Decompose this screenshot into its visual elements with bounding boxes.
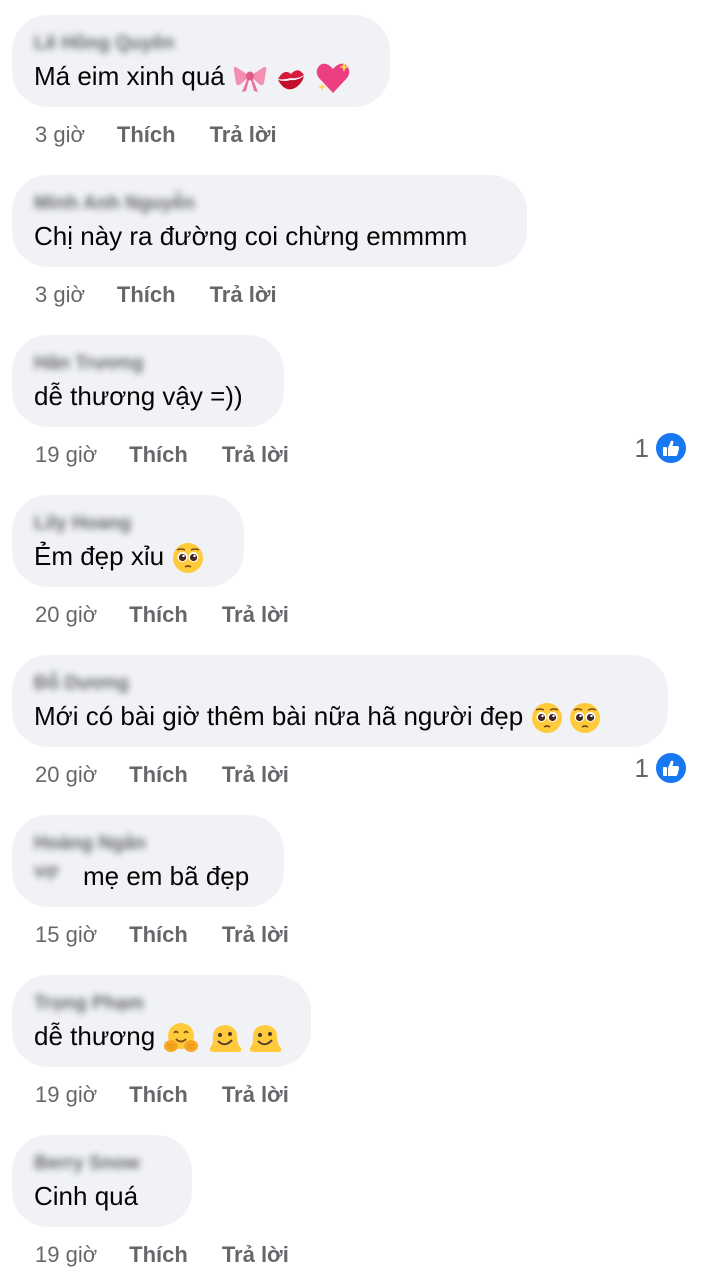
hugging-face-icon (164, 1023, 199, 1053)
pleading-face-icon (570, 703, 601, 734)
melting-face-icon (250, 1025, 282, 1053)
sparkling-heart-icon (316, 62, 350, 94)
reply-button[interactable]: Trả lời (210, 119, 277, 151)
author-name[interactable]: Minh Anh Nguyễn (34, 193, 195, 215)
comment-bubble: Berry Snow Cinh quá (12, 1135, 192, 1227)
reaction-summary[interactable]: 1 (634, 751, 688, 785)
author-name[interactable]: Hân Trương (34, 353, 144, 375)
comment-actions: 3 giờ Thích Trả lời (35, 279, 277, 311)
reaction-summary[interactable]: 1 (634, 431, 688, 465)
comment-bubble: Lê Hồng Quyên Má eim xinh quá (12, 15, 390, 107)
comment-text: Má eim xinh quá (34, 60, 351, 95)
author-name[interactable]: Lê Hồng Quyên (34, 33, 174, 55)
comment-actions: 20 giờ Thích Trả lời (35, 599, 289, 631)
like-button[interactable]: Thích (129, 759, 188, 791)
comment-text: Ẻm đẹp xỉu (34, 540, 204, 574)
comment-actions: 19 giờ Thích Trả lời (35, 1239, 289, 1271)
pleading-face-icon (173, 543, 204, 574)
reply-button[interactable]: Trả lời (222, 1239, 289, 1271)
reply-button[interactable]: Trả lời (222, 599, 289, 631)
comment-actions: 15 giờ Thích Trả lời (35, 919, 289, 951)
comment-actions: 20 giờ Thích Trả lời (35, 759, 289, 791)
timestamp[interactable]: 20 giờ (35, 599, 97, 631)
timestamp[interactable]: 19 giờ (35, 439, 97, 471)
like-button[interactable]: Thích (117, 119, 176, 151)
comment-actions: 3 giờ Thích Trả lời (35, 119, 277, 151)
ribbon-icon (233, 66, 267, 93)
like-button[interactable]: Thích (129, 599, 188, 631)
comment-actions: 19 giờ Thích Trả lời (35, 439, 289, 471)
reply-button[interactable]: Trả lời (222, 1079, 289, 1111)
author-name[interactable]: Trọng Phạm (34, 993, 144, 1015)
like-reaction-icon (654, 431, 688, 465)
comment-actions: 19 giờ Thích Trả lời (35, 1079, 289, 1111)
author-name[interactable]: Berry Snow (34, 1153, 140, 1175)
comment-bubble: Minh Anh Nguyễn Chị này ra đường coi chừ… (12, 175, 527, 267)
like-button[interactable]: Thích (129, 439, 188, 471)
reaction-count: 1 (634, 752, 649, 783)
timestamp[interactable]: 3 giờ (35, 279, 85, 311)
melting-face-icon (210, 1025, 242, 1053)
reply-button[interactable]: Trả lời (222, 439, 289, 471)
timestamp[interactable]: 20 giờ (35, 759, 97, 791)
reply-button[interactable]: Trả lời (210, 279, 277, 311)
comment-bubble: Hân Trương dễ thương vậy =)) (12, 335, 284, 427)
comment-text: dễ thương vậy =)) (34, 381, 243, 411)
like-reaction-icon (654, 751, 688, 785)
comment-text: mẹ em bã đẹp (83, 861, 250, 891)
like-button[interactable]: Thích (129, 919, 188, 951)
reply-button[interactable]: Trả lời (222, 919, 289, 951)
like-button[interactable]: Thích (117, 279, 176, 311)
reply-button[interactable]: Trả lời (222, 759, 289, 791)
comment-text: Cinh quá (34, 1181, 139, 1211)
comment-text: Chị này ra đường coi chừng emmmm (34, 221, 468, 251)
comment-bubble: Lily Hoang Ẻm đẹp xỉu (12, 495, 244, 587)
author-name[interactable]: Lily Hoang (34, 513, 131, 535)
author-name[interactable]: Đỗ Dương (34, 673, 129, 695)
timestamp[interactable]: 19 giờ (35, 1239, 97, 1271)
comment-text: dễ thương (34, 1020, 283, 1055)
reaction-count: 1 (634, 432, 649, 463)
like-button[interactable]: Thích (129, 1079, 188, 1111)
timestamp[interactable]: 15 giờ (35, 919, 97, 951)
timestamp[interactable]: 19 giờ (35, 1079, 97, 1111)
comment-bubble: Đỗ Dương Mới có bài giờ thêm bài nữa hã … (12, 655, 668, 747)
pleading-face-icon (532, 703, 563, 734)
author-name-overflow[interactable]: vợ (34, 861, 58, 883)
comment-bubble: Hoàng Ngân vợ mẹ em bã đẹp (12, 815, 284, 907)
kiss-mark-icon (277, 70, 304, 90)
comment-bubble: Trọng Phạm dễ thương (12, 975, 311, 1067)
timestamp[interactable]: 3 giờ (35, 119, 85, 151)
author-name[interactable]: Hoàng Ngân (34, 833, 146, 855)
comment-text: Mới có bài giờ thêm bài nữa hã người đẹp (34, 700, 601, 734)
like-button[interactable]: Thích (129, 1239, 188, 1271)
